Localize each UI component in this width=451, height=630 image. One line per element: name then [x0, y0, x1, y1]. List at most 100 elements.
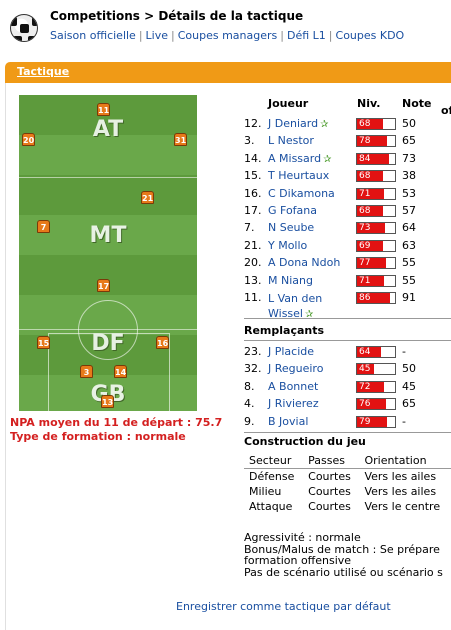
player-name-link[interactable]: N Seube — [268, 221, 314, 234]
player-name-link[interactable]: A Dona Ndoh — [268, 256, 340, 269]
player-note: 73 — [402, 151, 416, 165]
cell-secteur: Défense — [249, 470, 295, 483]
player-name-link[interactable]: J Rivierez — [268, 397, 319, 410]
top-nav: Saison officielle | Live | Coupes managers | D… — [50, 29, 405, 42]
player-name-link[interactable]: A Missard ✰ — [268, 152, 331, 165]
construction-title: Construction du jeu — [244, 435, 366, 448]
col-secteur: Secteur — [244, 453, 304, 469]
player-shirt[interactable]: 7 — [37, 220, 50, 233]
player-row: 32. J Regueiro 45 50 — [244, 362, 451, 379]
level-bar: 45 — [356, 363, 396, 376]
player-row: 17. G Fofana 68 57 — [244, 204, 451, 221]
save-default-tactic-link[interactable]: Enregistrer comme tactique par défaut — [176, 600, 391, 613]
player-name-link[interactable]: J Deniard ✰ — [268, 117, 328, 130]
level-bar: 77 — [356, 257, 396, 270]
player-name-link[interactable]: B Jovial — [268, 415, 308, 428]
level-bar: 68 — [356, 170, 396, 183]
zone-divider — [19, 177, 197, 178]
player-shirt[interactable]: 16 — [156, 336, 169, 349]
player-name-link[interactable]: A Bonnet — [268, 380, 318, 393]
level-bar: 68 — [356, 205, 396, 217]
player-number: 23. — [244, 345, 262, 358]
table-row: Attaque Courtes Vers le centre — [244, 499, 451, 514]
player-note: - — [402, 414, 406, 428]
player-row: 15. T Heurtaux 68 38 — [244, 169, 451, 186]
level-bar: 71 — [356, 187, 396, 200]
player-shirt[interactable]: 31 — [174, 133, 187, 146]
player-shirt[interactable]: 21 — [141, 191, 154, 204]
player-name-link[interactable]: C Dikamona — [268, 187, 335, 200]
player-shirt[interactable]: 11 — [97, 103, 110, 116]
nav-live[interactable]: Live — [146, 29, 168, 42]
player-number: 15. — [244, 169, 262, 183]
player-note: 50 — [402, 117, 416, 130]
player-name-link[interactable]: T Heurtaux — [268, 169, 329, 182]
header-extra: of — [441, 104, 451, 117]
player-note: 55 — [402, 273, 416, 287]
header-joueur: Joueur — [268, 97, 309, 110]
level-bar: 71 — [356, 274, 396, 287]
player-note: 65 — [402, 397, 416, 411]
level-value: 68 — [357, 171, 383, 182]
player-note: 91 — [402, 291, 416, 304]
football-logo-icon — [10, 14, 38, 42]
player-shirt[interactable]: 14 — [114, 365, 127, 378]
player-row: 8. A Bonnet 72 45 — [244, 380, 451, 397]
nav-coupes-managers[interactable]: Coupes managers — [178, 29, 278, 42]
level-value: 69 — [357, 240, 383, 251]
zone-label-at: AT — [92, 117, 124, 142]
nav-saison-officielle[interactable]: Saison officielle — [50, 29, 136, 42]
level-value: 76 — [357, 399, 386, 410]
level-value: 64 — [357, 347, 381, 357]
player-row: 3. L Nestor 78 65 — [244, 134, 451, 151]
player-row: 16. C Dikamona 71 53 — [244, 187, 451, 204]
level-value: 77 — [357, 258, 386, 269]
player-note: 55 — [402, 256, 416, 270]
player-number: 3. — [244, 134, 255, 148]
player-shirt[interactable]: 13 — [101, 395, 114, 408]
player-name-link[interactable]: L Nestor — [268, 134, 314, 147]
player-shirt[interactable]: 17 — [97, 279, 110, 292]
scenario-text: Pas de scénario utilisé ou scénario s — [244, 566, 443, 579]
player-name-link[interactable]: M Niang — [268, 274, 313, 287]
player-number: 12. — [244, 117, 262, 130]
level-value: 73 — [357, 223, 385, 234]
divider — [244, 340, 451, 341]
level-value: 78 — [357, 136, 387, 147]
player-row: 23. J Placide 64 - — [244, 345, 451, 362]
player-name-link[interactable]: Y Mollo — [268, 239, 307, 252]
level-value: 79 — [357, 416, 387, 427]
player-row: 14. A Missard ✰ 84 73 — [244, 152, 451, 169]
nav-defi-l1[interactable]: Défi L1 — [287, 29, 326, 42]
star-icon: ✰ — [323, 153, 332, 165]
player-number: 13. — [244, 273, 262, 287]
cell-secteur: Attaque — [249, 500, 293, 513]
construction-table: Secteur Passes Orientation Défense Court… — [244, 453, 451, 514]
level-value: 68 — [357, 206, 383, 216]
tab-tactique[interactable]: Tactique — [17, 65, 69, 78]
col-passes: Passes — [303, 453, 360, 469]
level-bar: 84 — [356, 152, 396, 165]
breadcrumb: Competitions > Détails de la tactique — [50, 9, 304, 23]
player-shirt[interactable]: 20 — [22, 133, 35, 146]
level-bar: 69 — [356, 239, 396, 252]
player-name-link[interactable]: G Fofana — [268, 204, 317, 217]
level-bar: 64 — [356, 346, 396, 358]
level-value: 86 — [357, 293, 390, 303]
player-note: 50 — [402, 362, 416, 376]
player-shirt[interactable]: 3 — [80, 365, 93, 378]
player-note: 65 — [402, 134, 416, 148]
player-name-link[interactable]: J Placide — [268, 345, 314, 358]
player-number: 32. — [244, 362, 262, 376]
nav-coupes-kdo[interactable]: Coupes KDO — [336, 29, 405, 42]
player-row: 20. A Dona Ndoh 77 55 — [244, 256, 451, 273]
header-note: Note — [402, 97, 432, 110]
level-value: 71 — [357, 275, 384, 286]
level-value: 68 — [357, 119, 383, 129]
formation-pitch: AT MT DF GB 11 20 31 21 7 17 15 16 3 14 … — [19, 95, 197, 411]
player-row: 12. J Deniard ✰ 68 50 — [244, 117, 451, 134]
player-shirt[interactable]: 15 — [37, 336, 50, 349]
player-name-link[interactable]: J Regueiro — [268, 362, 323, 375]
player-note: 57 — [402, 204, 416, 217]
player-number: 7. — [244, 221, 255, 235]
